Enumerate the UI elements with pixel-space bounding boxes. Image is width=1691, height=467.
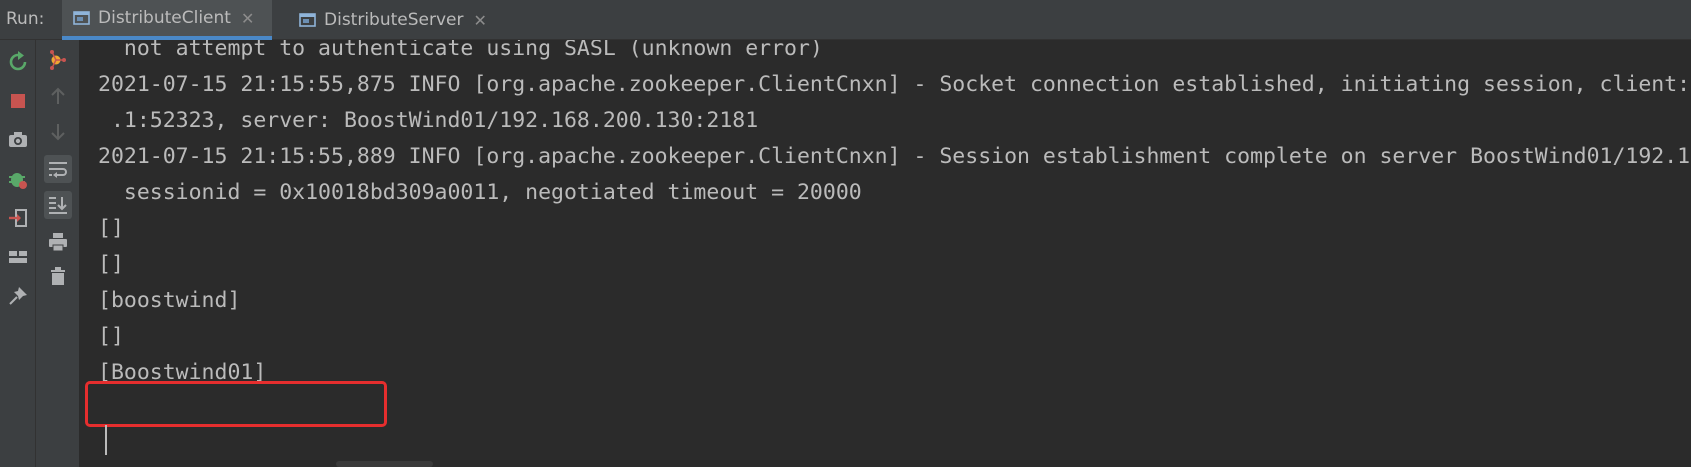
tab-distribute-server[interactable]: DistributeServer ✕: [288, 0, 493, 40]
pin-tab-button[interactable]: [4, 282, 32, 310]
run-tool-window: Run: DistributeClient ✕ DistributeServer…: [0, 0, 1691, 467]
next-occurrence-button[interactable]: [44, 118, 72, 146]
highlight-annotation-box: [85, 381, 387, 427]
debug-bug-icon: [9, 173, 27, 189]
trash-icon: [51, 267, 65, 285]
horizontal-scrollbar[interactable]: [80, 459, 1691, 467]
text-caret: [105, 425, 107, 455]
close-icon[interactable]: ✕: [241, 9, 254, 28]
restore-layout-button[interactable]: [4, 243, 32, 271]
print-icon: [49, 233, 67, 252]
console-line: not attempt to authenticate using SASL (…: [98, 40, 823, 61]
run-config-icon: [72, 8, 92, 28]
console-line: []: [98, 324, 124, 349]
print-button[interactable]: [44, 228, 72, 256]
console-line: 2021-07-15 21:15:55,889 INFO [org.apache…: [98, 144, 1691, 169]
rerun-button[interactable]: [4, 48, 32, 76]
scroll-to-end-icon: [49, 197, 67, 214]
soft-wrap-toggle[interactable]: [44, 155, 72, 183]
previous-occurrence-button[interactable]: [44, 82, 72, 110]
debug-button[interactable]: [4, 165, 32, 193]
tab-label: DistributeServer: [324, 10, 464, 30]
console-line: []: [98, 216, 124, 241]
run-label: Run:: [6, 9, 45, 29]
console-line: [boostwind]: [98, 288, 241, 313]
tab-label: DistributeClient: [98, 8, 231, 28]
stop-button[interactable]: [4, 87, 32, 115]
run-config-icon: [298, 10, 318, 30]
soft-wrap-icon: [49, 162, 67, 178]
scroll-to-end-toggle[interactable]: [44, 191, 72, 219]
nodes-icon: [50, 50, 66, 70]
down-arrow-icon: [51, 124, 65, 141]
exit-icon: [9, 209, 27, 227]
show-nodes-button[interactable]: [44, 45, 72, 73]
console-line: []: [98, 252, 124, 277]
rerun-icon: [9, 51, 27, 71]
run-toolbar-secondary: [36, 40, 80, 467]
camera-icon: [9, 132, 27, 147]
run-toolbar-primary: [0, 40, 36, 467]
tab-distribute-client[interactable]: DistributeClient ✕: [62, 0, 272, 40]
layout-icon: [9, 251, 27, 263]
dump-threads-button[interactable]: [4, 126, 32, 154]
clear-all-button[interactable]: [44, 262, 72, 290]
exit-button[interactable]: [4, 204, 32, 232]
close-icon[interactable]: ✕: [474, 11, 487, 30]
pin-icon: [9, 287, 27, 305]
up-arrow-icon: [51, 87, 65, 104]
console-line: sessionid = 0x10018bd309a0011, negotiate…: [98, 180, 862, 205]
console-line: 2021-07-15 21:15:55,875 INFO [org.apache…: [98, 72, 1691, 97]
stop-icon: [11, 94, 25, 108]
run-tab-bar: Run: DistributeClient ✕ DistributeServer…: [0, 0, 1691, 40]
console-line: .1:52323, server: BoostWind01/192.168.20…: [98, 108, 759, 133]
scrollbar-thumb[interactable]: [336, 461, 433, 467]
